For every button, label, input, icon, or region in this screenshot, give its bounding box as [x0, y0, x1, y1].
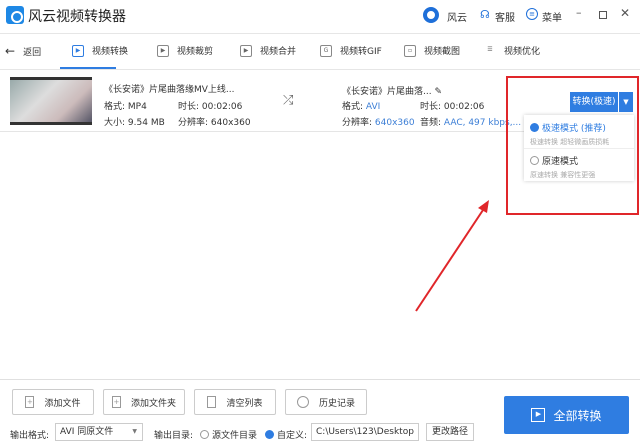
play-icon: ▶: [531, 408, 546, 422]
annotation-arrow: [415, 200, 489, 312]
output-format-select[interactable]: AVI 同原文件 ▼: [55, 423, 143, 441]
radio-icon: [200, 430, 209, 439]
change-path-button[interactable]: 更改路径: [426, 423, 474, 441]
add-file-button[interactable]: + 添加文件: [12, 389, 94, 415]
bottom-divider: [0, 379, 640, 380]
trash-icon: [207, 396, 217, 408]
custom-dir-radio[interactable]: 自定义:: [265, 428, 307, 441]
chevron-down-icon: ▼: [132, 428, 137, 435]
history-button[interactable]: 历史记录: [285, 389, 367, 415]
clock-icon: [296, 396, 309, 408]
output-dir-label: 输出目录:: [154, 431, 194, 441]
add-folder-button[interactable]: + 添加文件夹: [103, 389, 185, 415]
output-path-input[interactable]: C:\Users\123\Desktop: [311, 423, 419, 441]
convert-all-button[interactable]: ▶ 全部转换: [504, 396, 629, 434]
folder-file-icon: +: [111, 396, 121, 408]
clear-list-button[interactable]: 清空列表: [194, 389, 276, 415]
file-icon: +: [25, 396, 35, 408]
output-format-label: 输出格式:: [10, 431, 50, 441]
checked-radio-icon: [265, 430, 274, 439]
source-dir-radio[interactable]: 源文件目录: [200, 428, 257, 441]
